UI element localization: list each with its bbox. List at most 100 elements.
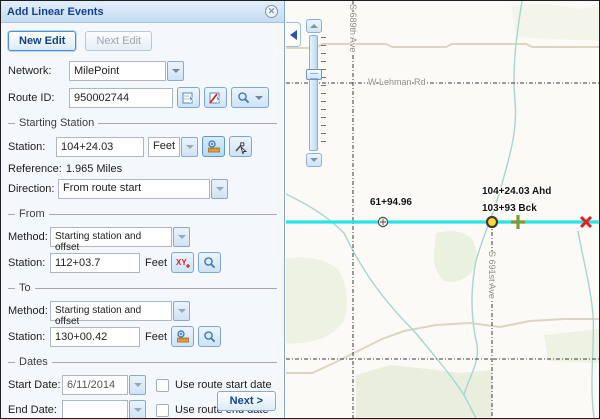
magnifier-icon <box>203 330 216 343</box>
legend-text: From <box>15 208 49 220</box>
from-zoom-button[interactable] <box>198 252 221 273</box>
starting-station-input[interactable] <box>56 137 144 157</box>
units-combobox[interactable]: Feet <box>148 137 198 157</box>
end-date-input[interactable] <box>62 400 128 419</box>
magnifier-icon <box>237 91 250 104</box>
network-dropdown-button[interactable] <box>167 61 184 81</box>
zoom-track-wrap <box>306 35 332 151</box>
route-id-row: Route ID: <box>8 87 277 108</box>
new-edit-button[interactable]: New Edit <box>8 31 76 51</box>
from-legend: From <box>8 208 277 220</box>
network-combobox[interactable] <box>69 61 184 81</box>
measure-label-back: 103+93 Bck <box>482 203 537 214</box>
legend-line <box>8 123 15 124</box>
svg-text:XY: XY <box>176 258 187 267</box>
zoom-slider-track[interactable] <box>309 35 318 151</box>
selected-station-marker <box>487 217 497 227</box>
field-polygon <box>544 329 599 363</box>
zoom-slider-handle[interactable] <box>306 69 322 80</box>
map-cursor-clear-icon <box>209 91 223 105</box>
to-method-row: Method: Starting station and offset <box>8 301 277 321</box>
legend-line <box>8 214 15 215</box>
from-station-input[interactable] <box>50 253 140 273</box>
chevron-down-icon <box>134 383 142 387</box>
from-xy-button[interactable]: XY <box>171 252 194 273</box>
end-date-label: End Date: <box>8 404 62 416</box>
map-canvas[interactable] <box>286 1 599 418</box>
legend-line <box>98 123 277 124</box>
start-date-dropdown-button[interactable] <box>129 375 146 395</box>
app-window: Add Linear Events ✕ New Edit Next Edit N… <box>0 0 600 419</box>
panel-body: New Edit Next Edit Network: Route ID: <box>1 23 284 418</box>
start-date-input[interactable] <box>62 375 128 395</box>
ruler-point-icon <box>207 140 221 153</box>
end-date-dropdown-button[interactable] <box>129 400 146 419</box>
to-method-value[interactable]: Starting station and offset <box>50 301 172 321</box>
map-zoom-slider <box>306 19 332 167</box>
collapse-panel-button[interactable] <box>286 22 301 47</box>
start-date-picker[interactable] <box>62 375 146 395</box>
zoom-out-button[interactable] <box>306 153 322 167</box>
field-polygon <box>511 4 599 41</box>
pick-station-on-map-button[interactable] <box>229 136 252 157</box>
network-value-input[interactable] <box>69 61 166 81</box>
direction-combobox[interactable]: From route start <box>58 179 228 199</box>
direction-dropdown-button[interactable] <box>211 179 228 199</box>
direction-label: Direction: <box>8 183 58 195</box>
clear-route-selection-button[interactable] <box>204 87 227 108</box>
legend-line <box>52 362 277 363</box>
route-id-input[interactable] <box>69 88 173 108</box>
xy-coordinates-icon: XY <box>175 256 190 270</box>
panel-header: Add Linear Events ✕ <box>1 1 284 23</box>
map-viewport[interactable]: W Lehman Rd S 689th Ave S 691st Ave 61+9… <box>286 1 599 418</box>
zoom-tools-dropdown-button[interactable] <box>231 87 269 108</box>
units-value[interactable]: Feet <box>148 137 180 157</box>
select-route-on-map-button[interactable] <box>177 87 200 108</box>
measure-label-ahead: 104+24.03 Ahd <box>482 186 551 197</box>
from-method-combobox[interactable]: Starting station and offset <box>50 227 190 247</box>
to-zoom-button[interactable] <box>198 326 221 347</box>
street-label-south-ave: S 691st Ave <box>487 251 497 299</box>
zoom-in-button[interactable] <box>306 19 322 33</box>
from-method-value[interactable]: Starting station and offset <box>50 227 172 247</box>
to-station-locate-button[interactable] <box>171 326 194 347</box>
starting-station-legend: Starting Station <box>8 117 277 129</box>
edit-buttons-row: New Edit Next Edit <box>8 31 277 51</box>
starting-station-row: Station: Feet <box>8 136 277 157</box>
station-label: Station: <box>8 257 50 269</box>
station-locate-button[interactable] <box>202 136 225 157</box>
close-icon[interactable]: ✕ <box>265 5 278 18</box>
to-method-combobox[interactable]: Starting station and offset <box>50 301 190 321</box>
reference-row: Reference: 1.965 Miles <box>8 163 277 175</box>
to-station-input[interactable] <box>50 327 140 347</box>
method-label: Method: <box>8 305 50 317</box>
legend-text: Dates <box>15 356 52 368</box>
chevron-down-icon <box>255 96 263 100</box>
add-linear-events-panel: Add Linear Events ✕ New Edit Next Edit N… <box>1 1 285 418</box>
chevron-down-icon <box>178 309 186 313</box>
legend-line <box>8 362 15 363</box>
minor-road <box>286 44 599 48</box>
from-units-label: Feet <box>145 257 167 269</box>
chevron-down-icon <box>216 187 224 191</box>
method-label: Method: <box>8 231 50 243</box>
to-method-dropdown-button[interactable] <box>173 301 190 321</box>
to-units-label: Feet <box>145 331 167 343</box>
end-date-picker[interactable] <box>62 400 146 419</box>
next-edit-button[interactable]: Next Edit <box>85 31 152 51</box>
legend-text: Starting Station <box>15 117 98 129</box>
use-route-start-date-checkbox[interactable] <box>156 379 169 392</box>
street-label-north-ave: S 689th Ave <box>348 4 358 52</box>
legend-text: To <box>15 282 35 294</box>
zoom-slider-ticks <box>321 37 326 149</box>
use-route-end-date-checkbox[interactable] <box>156 404 169 417</box>
magnifier-icon <box>203 256 216 269</box>
units-dropdown-button[interactable] <box>181 137 198 157</box>
map-cursor-icon <box>182 91 196 105</box>
use-route-start-date-label: Use route start date <box>175 379 272 391</box>
ruler-point-icon <box>176 330 190 343</box>
from-method-dropdown-button[interactable] <box>173 227 190 247</box>
next-button[interactable]: Next > <box>217 391 276 411</box>
panel-title: Add Linear Events <box>7 6 104 18</box>
direction-value[interactable]: From route start <box>58 179 210 199</box>
